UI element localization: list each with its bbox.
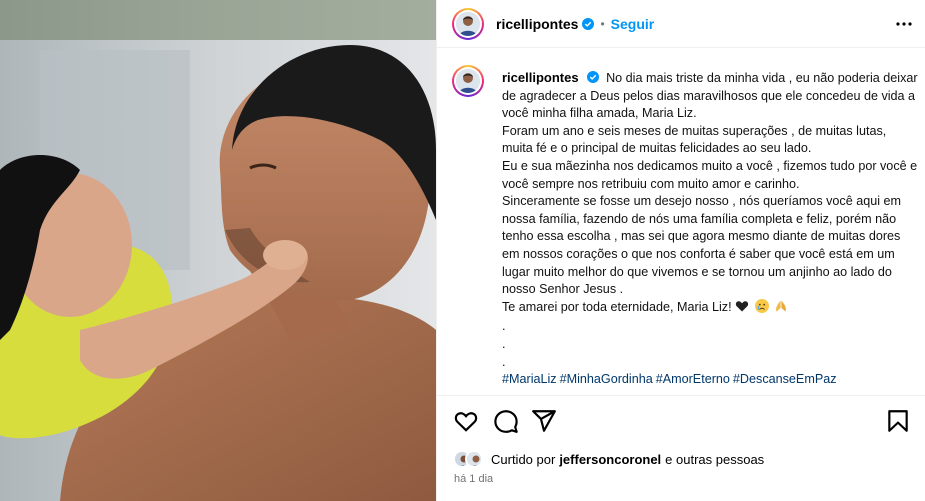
author-avatar[interactable] (452, 7, 484, 40)
folded-hands-icon (774, 299, 788, 313)
author-username[interactable]: ricellipontes (496, 16, 578, 32)
caption-dot: . (502, 336, 506, 351)
likes-summary[interactable]: Curtido por jeffersoncoronel e outras pe… (453, 447, 764, 471)
heart-icon[interactable] (453, 408, 479, 434)
comment-icon[interactable] (493, 408, 519, 434)
hashtag-link[interactable]: #MinhaGordinha (560, 372, 653, 386)
caption-username[interactable]: ricellipontes (502, 70, 579, 85)
avatar-illustration (456, 11, 480, 36)
hashtag-link[interactable]: #MariaLiz (502, 372, 557, 386)
instagram-post: ricellipontes • Seguir ricellipontes No … (0, 0, 925, 501)
verified-badge-icon (586, 71, 599, 83)
more-options-icon[interactable] (894, 14, 914, 34)
caption-line: Sinceramente se fosse um desejo nosso , … (502, 194, 902, 297)
verified-badge-icon (582, 17, 595, 30)
hashtag-link[interactable]: #DescanseEmPaz (733, 372, 837, 386)
caption-area[interactable]: ricellipontes No dia mais triste da minh… (437, 49, 925, 394)
hashtag-link[interactable]: #AmorEterno (656, 372, 730, 386)
black-heart-icon (735, 299, 749, 313)
post-timestamp[interactable]: há 1 dia (454, 473, 493, 485)
likes-prefix: Curtido por (491, 451, 556, 467)
caption-line: Te amarei por toda eternidade, Maria Liz… (502, 299, 732, 314)
caption-dot: . (502, 354, 506, 369)
caption-line: Foram um ano e seis meses de muitas supe… (502, 123, 887, 156)
photo-illustration (0, 0, 436, 501)
post-actions (437, 395, 925, 447)
share-icon[interactable] (531, 408, 557, 434)
caption-author-avatar[interactable] (452, 65, 484, 97)
avatar-illustration (456, 69, 480, 93)
follow-button[interactable]: Seguir (611, 16, 655, 32)
bookmark-icon[interactable] (885, 408, 911, 434)
post-photo[interactable] (0, 0, 436, 501)
crying-face-icon (754, 298, 769, 313)
hashtags: #MariaLiz #MinhaGordinha #AmorEterno #Desca… (502, 371, 918, 389)
caption-line: Eu e sua mãezinha nos dedicamos muito a … (502, 158, 918, 191)
liker-avatar (465, 450, 483, 468)
likes-suffix[interactable]: e outras pessoas (665, 452, 764, 467)
liker-username[interactable]: jeffersoncoronel (559, 452, 661, 467)
post-caption: ricellipontes No dia mais triste da minh… (502, 69, 918, 389)
post-header: ricellipontes • Seguir (437, 0, 925, 48)
caption-dot: . (502, 319, 506, 334)
post-side-panel: ricellipontes • Seguir ricellipontes No … (436, 0, 925, 501)
header-separator: • (600, 16, 605, 31)
